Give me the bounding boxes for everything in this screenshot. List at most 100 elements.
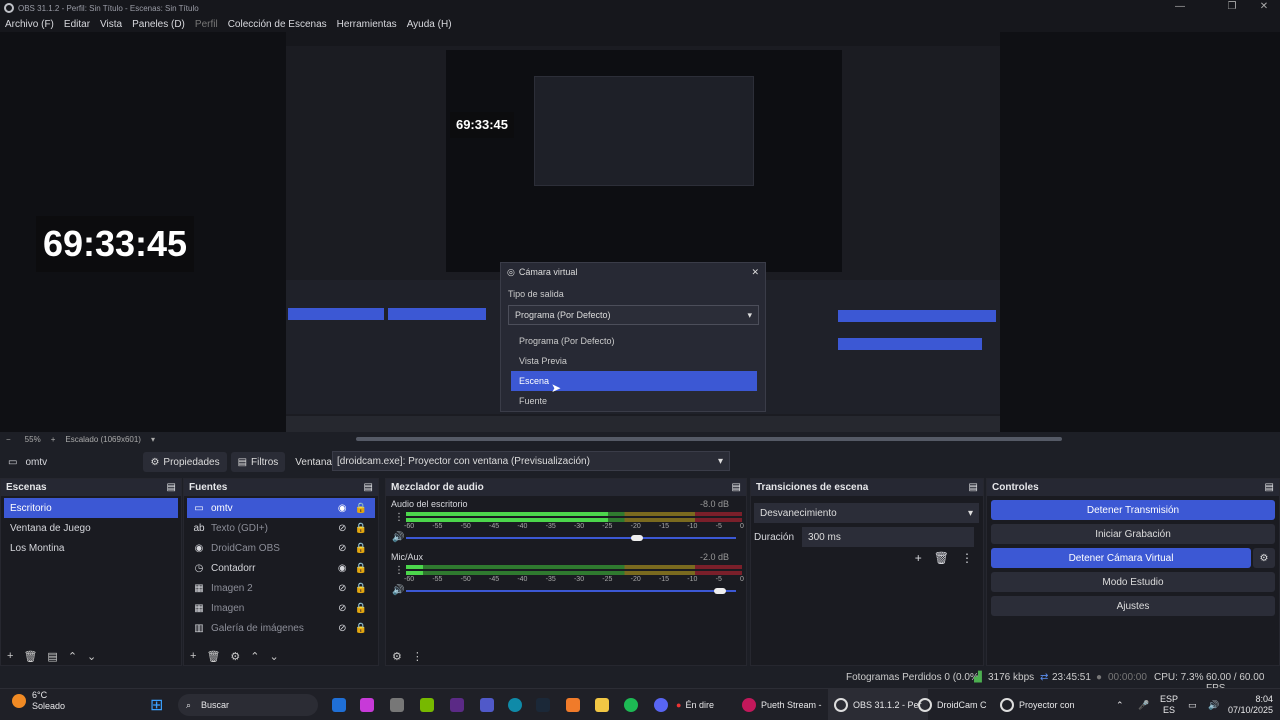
menu-archivo[interactable]: Archivo (F) bbox=[5, 19, 54, 30]
taskbar-app-obs[interactable]: OBS 31.1.2 - Per bbox=[828, 689, 928, 720]
speaker-icon[interactable]: 🔊 bbox=[392, 585, 404, 596]
chevron-up-icon[interactable]: ⌃ bbox=[250, 650, 259, 663]
taskbar-app[interactable]: ● Én dire bbox=[676, 698, 714, 712]
menu-paneles[interactable]: Paneles (D) bbox=[132, 19, 185, 30]
more-icon[interactable]: ⋮ bbox=[412, 650, 423, 663]
lock-icon[interactable]: 🔒 bbox=[355, 563, 367, 574]
settings-button[interactable]: Ajustes bbox=[991, 596, 1275, 616]
option-programa[interactable]: Programa (Por Defecto) bbox=[511, 331, 757, 351]
eye-off-icon[interactable]: ⊘ bbox=[338, 623, 346, 634]
preview-scrollbar[interactable] bbox=[356, 437, 1062, 441]
gear-icon[interactable]: ⚙ bbox=[230, 650, 240, 663]
trash-icon[interactable]: 🗑 bbox=[23, 650, 37, 663]
lock-icon[interactable]: 🔒 bbox=[355, 543, 367, 554]
source-item[interactable]: ◉ DroidCam OBS ⊘ 🔒 bbox=[187, 538, 375, 558]
lock-icon[interactable]: 🔒 bbox=[355, 503, 367, 514]
more-icon[interactable]: ⋮ bbox=[394, 565, 404, 576]
lock-icon[interactable]: 🔒 bbox=[355, 623, 367, 634]
more-icon[interactable]: ⋮ bbox=[394, 512, 404, 523]
clock[interactable]: 8:04 07/10/2025 bbox=[1228, 694, 1273, 715]
language-indicator[interactable]: ESP ES bbox=[1160, 694, 1178, 715]
source-item[interactable]: ▦ Imagen ⊘ 🔒 bbox=[187, 598, 375, 618]
menu-herramientas[interactable]: Herramientas bbox=[337, 19, 397, 30]
trash-icon[interactable]: 🗑 bbox=[934, 551, 949, 565]
folder-icon[interactable] bbox=[595, 698, 609, 712]
dialog-close-icon[interactable]: ✕ bbox=[751, 267, 759, 278]
add-icon[interactable]: + bbox=[7, 650, 13, 662]
zoom-in-button[interactable]: + bbox=[51, 435, 56, 444]
copilot-icon[interactable] bbox=[360, 698, 374, 712]
chevron-up-icon[interactable]: ⌃ bbox=[1116, 698, 1124, 712]
dock-menu-icon[interactable]: ▤ bbox=[732, 482, 741, 493]
more-icon[interactable]: ⋮ bbox=[961, 551, 973, 565]
eye-off-icon[interactable]: ⊘ bbox=[338, 543, 346, 554]
chevron-down-icon[interactable]: ⌄ bbox=[87, 650, 96, 663]
app-icon[interactable] bbox=[566, 698, 580, 712]
mic-icon[interactable]: 🎤 bbox=[1138, 698, 1149, 712]
option-vista-previa[interactable]: Vista Previa bbox=[511, 351, 757, 371]
scene-item[interactable]: Escritorio bbox=[4, 498, 178, 518]
source-item[interactable]: ▭ omtv ◉ 🔒 bbox=[187, 498, 375, 518]
transition-select[interactable]: Desvanecimiento ▾ bbox=[754, 503, 979, 523]
source-item[interactable]: ▥ Galería de imágenes ⊘ 🔒 bbox=[187, 618, 375, 638]
menu-perfil[interactable]: Perfil bbox=[195, 19, 218, 30]
discord-icon[interactable] bbox=[654, 698, 668, 712]
dock-menu-icon[interactable]: ▤ bbox=[167, 482, 176, 493]
volume-slider-handle[interactable] bbox=[631, 535, 643, 541]
output-type-select[interactable]: Programa (Por Defecto) ▾ bbox=[508, 305, 759, 325]
stop-virtual-camera-button[interactable]: Detener Cámara Virtual bbox=[991, 548, 1251, 568]
scene-item[interactable]: Los Montina bbox=[4, 538, 178, 558]
lock-icon[interactable]: 🔒 bbox=[355, 603, 367, 614]
spotify-icon[interactable] bbox=[624, 698, 638, 712]
volume-icon[interactable]: 🔊 bbox=[1208, 698, 1219, 712]
eye-off-icon[interactable]: ⊘ bbox=[338, 583, 346, 594]
nvidia-icon[interactable] bbox=[420, 698, 434, 712]
scene-item[interactable]: Ventana de Juego bbox=[4, 518, 178, 538]
edge-icon[interactable] bbox=[508, 698, 522, 712]
filter-icon[interactable]: ▤ bbox=[47, 650, 57, 663]
network-icon[interactable]: ▭ bbox=[1188, 698, 1197, 712]
dock-menu-icon[interactable]: ▤ bbox=[969, 482, 978, 493]
weather-widget[interactable]: 6°C Soleado bbox=[12, 690, 65, 711]
taskbar-app[interactable]: Pueth Stream - bbox=[742, 698, 822, 712]
eye-icon[interactable]: ◉ bbox=[338, 563, 347, 574]
mixer-settings-icon[interactable]: ⚙ bbox=[392, 650, 402, 663]
steam-icon[interactable] bbox=[536, 698, 550, 712]
chevron-down-icon[interactable]: ▾ bbox=[151, 435, 155, 444]
virtual-camera-settings-icon[interactable]: ⚙ bbox=[1253, 548, 1275, 568]
start-recording-button[interactable]: Iniciar Grabación bbox=[991, 524, 1275, 544]
store-icon[interactable] bbox=[390, 698, 404, 712]
eye-off-icon[interactable]: ⊘ bbox=[338, 523, 346, 534]
menu-vista[interactable]: Vista bbox=[100, 19, 122, 30]
lock-icon[interactable]: 🔒 bbox=[355, 523, 367, 534]
search-box[interactable]: ⌕ Buscar bbox=[178, 694, 318, 716]
window-select[interactable]: [droidcam.exe]: Proyector con ventana (P… bbox=[332, 451, 730, 471]
chevron-up-icon[interactable]: ⌃ bbox=[68, 650, 77, 663]
taskbar-app[interactable]: Proyector con bbox=[1000, 698, 1075, 712]
zoom-out-button[interactable]: − bbox=[6, 435, 11, 444]
trash-icon[interactable]: 🗑 bbox=[206, 650, 220, 663]
volume-slider[interactable] bbox=[406, 537, 736, 539]
studio-mode-button[interactable]: Modo Estudio bbox=[991, 572, 1275, 592]
eye-icon[interactable]: ◉ bbox=[338, 503, 347, 514]
source-item[interactable]: ◷ Contadorr ◉ 🔒 bbox=[187, 558, 375, 578]
option-fuente[interactable]: Fuente bbox=[511, 391, 757, 411]
source-item[interactable]: ab Texto (GDI+) ⊘ 🔒 bbox=[187, 518, 375, 538]
dock-menu-icon[interactable]: ▤ bbox=[1265, 482, 1274, 493]
volume-slider-handle[interactable] bbox=[713, 588, 726, 594]
lock-icon[interactable]: 🔒 bbox=[355, 583, 367, 594]
menu-editar[interactable]: Editar bbox=[64, 19, 90, 30]
outlook-icon[interactable] bbox=[332, 698, 346, 712]
option-escena[interactable]: Escena bbox=[511, 371, 757, 391]
app-icon[interactable] bbox=[450, 698, 464, 712]
menu-coleccion[interactable]: Colección de Escenas bbox=[228, 19, 327, 30]
duration-input[interactable]: 300 ms bbox=[802, 527, 975, 547]
add-icon[interactable]: + bbox=[190, 650, 196, 662]
volume-slider[interactable] bbox=[406, 590, 736, 592]
add-icon[interactable]: + bbox=[915, 551, 922, 565]
filters-button[interactable]: ▤ Filtros bbox=[230, 452, 286, 472]
stop-streaming-button[interactable]: Detener Transmisión bbox=[991, 500, 1275, 520]
eye-off-icon[interactable]: ⊘ bbox=[338, 603, 346, 614]
source-item[interactable]: ▦ Imagen 2 ⊘ 🔒 bbox=[187, 578, 375, 598]
teams-icon[interactable] bbox=[480, 698, 494, 712]
